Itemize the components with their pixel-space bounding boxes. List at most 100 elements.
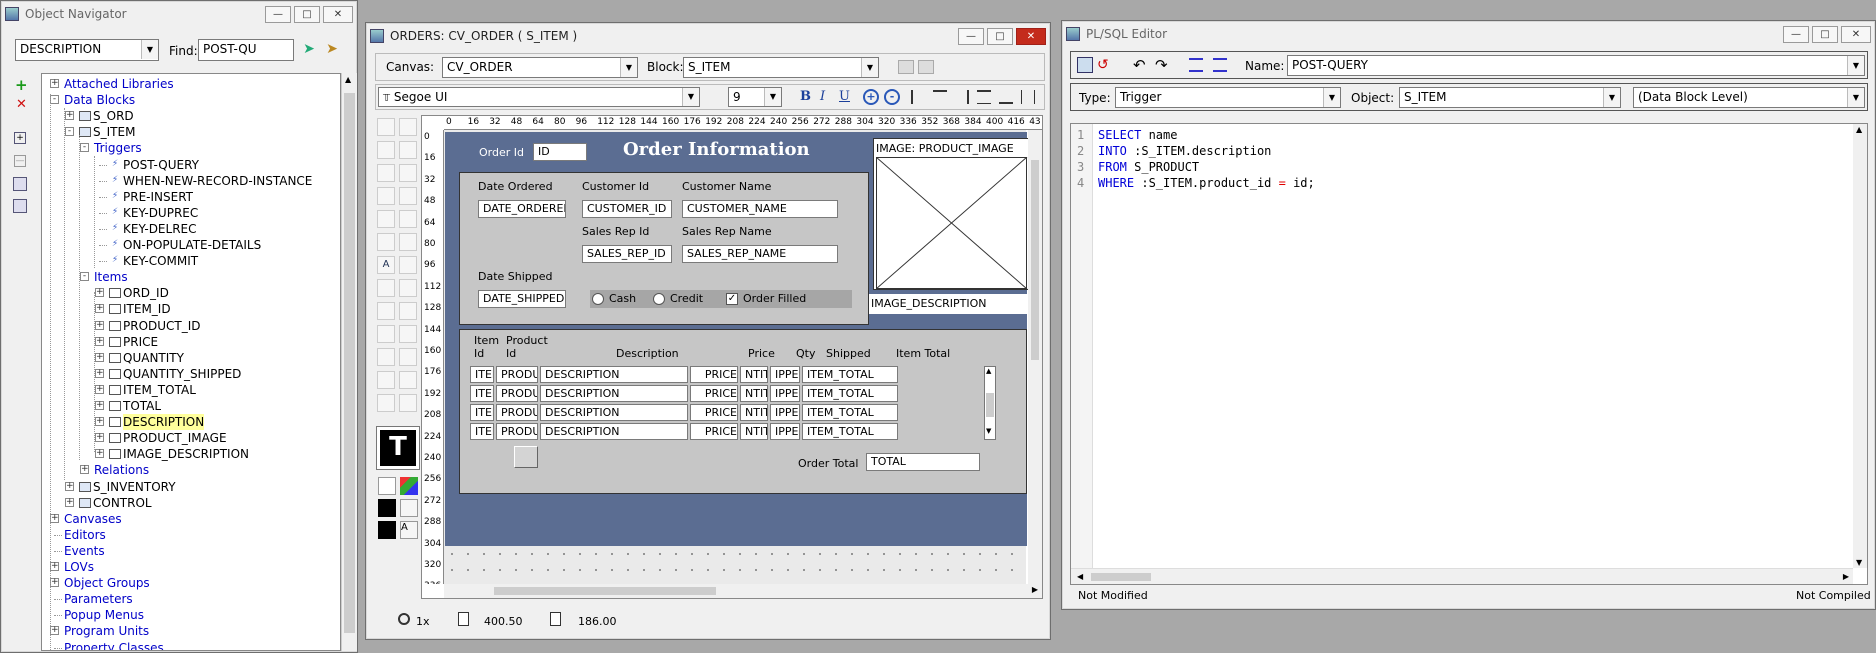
tree-node[interactable]: Popup Menus: [64, 607, 144, 623]
tree-expander-icon[interactable]: +: [50, 626, 59, 636]
scroll-thumb[interactable]: [494, 587, 716, 595]
fill-color-swatch[interactable]: [378, 477, 396, 495]
item-cell[interactable]: NTITY: [740, 423, 768, 440]
tree-node[interactable]: TOTAL: [123, 398, 161, 414]
item-cell[interactable]: DESCRIPTION: [540, 423, 688, 440]
scroll-down-icon[interactable]: ▼: [986, 427, 991, 435]
item-cell[interactable]: ITEM_TOTAL: [802, 385, 898, 402]
scroll-thumb[interactable]: [344, 93, 355, 633]
chart-tool-icon[interactable]: [399, 325, 417, 343]
tree-node[interactable]: Events: [64, 543, 105, 559]
line-tool-icon[interactable]: [399, 164, 417, 182]
item-cell[interactable]: IPPED: [770, 423, 800, 440]
chevron-down-icon[interactable]: ▼: [682, 88, 699, 106]
order-total-field[interactable]: TOTAL: [866, 453, 980, 471]
tab-canvas-tool-icon[interactable]: [399, 371, 417, 389]
find-input[interactable]: POST-QU: [198, 39, 294, 61]
tree-expander-icon[interactable]: +: [95, 384, 104, 394]
tree-node[interactable]: Relations: [94, 462, 149, 478]
layout-titlebar[interactable]: ORDERS: CV_ORDER ( S_ITEM ) — □ ✕: [366, 23, 1050, 49]
tree-node[interactable]: PRICE: [123, 334, 158, 350]
item-cell[interactable]: ITEM: [470, 385, 494, 402]
align-left-icon[interactable]: [911, 90, 925, 104]
item-cell[interactable]: PRODUC: [496, 366, 538, 383]
tree-node[interactable]: S_ORD: [93, 108, 134, 124]
tree-expander-icon[interactable]: -: [80, 143, 89, 153]
text-tool-big-icon[interactable]: T: [376, 426, 420, 470]
rounded-rect-tool-icon[interactable]: [377, 233, 395, 251]
polyline-tool-icon[interactable]: [399, 210, 417, 228]
credit-radio[interactable]: [653, 293, 665, 305]
name-select[interactable]: POST-QUERY ▼: [1287, 55, 1865, 76]
scroll-down-icon[interactable]: ▼: [1856, 558, 1862, 567]
text-color-icon[interactable]: A: [400, 521, 418, 539]
align-top-icon[interactable]: [977, 90, 991, 104]
tree-expander-icon[interactable]: +: [50, 578, 59, 588]
align-right-icon[interactable]: [955, 90, 969, 104]
tree-node[interactable]: ITEM_TOTAL: [123, 382, 196, 398]
compile-icon[interactable]: [1077, 57, 1093, 73]
editor-v-scrollbar[interactable]: ▲ ▼: [1853, 124, 1867, 568]
revert-icon[interactable]: ↺: [1097, 57, 1109, 73]
line-color-icon[interactable]: [400, 499, 418, 517]
align-center-icon[interactable]: [933, 90, 947, 104]
product-image-item[interactable]: IMAGE: PRODUCT_IMAGE: [873, 138, 1029, 290]
item-cell[interactable]: PRODUC: [496, 404, 538, 421]
tree-node[interactable]: Canvases: [64, 511, 122, 527]
item-cell[interactable]: PRICE: [690, 385, 738, 402]
chevron-down-icon[interactable]: ▼: [1847, 88, 1864, 107]
fill-color-icon[interactable]: [400, 477, 418, 495]
navigator-titlebar[interactable]: Object Navigator — □ ✕: [1, 1, 357, 27]
button-tool-icon[interactable]: [377, 279, 395, 297]
tree-expander-icon[interactable]: +: [80, 465, 89, 475]
collapse-all-icon[interactable]: [13, 199, 27, 213]
image-tool-icon[interactable]: [377, 325, 395, 343]
date-ordered-field[interactable]: DATE_ORDERED: [478, 200, 566, 218]
tree-node[interactable]: KEY-DUPREC: [123, 205, 198, 221]
undo-icon[interactable]: ↶: [1133, 56, 1146, 74]
chevron-down-icon[interactable]: ▼: [1323, 88, 1340, 107]
cash-radio[interactable]: [592, 293, 604, 305]
rows-scrollbar[interactable]: ▲ ▼: [984, 366, 996, 440]
layout-canvas[interactable]: 0 16 32 48 64 80 96 112 128 144 160 176 192 208 224 240…: [421, 115, 1043, 599]
minimize-icon[interactable]: —: [1783, 25, 1809, 43]
tree-expander-icon[interactable]: +: [95, 417, 104, 427]
tree-node[interactable]: CONTROL: [93, 495, 152, 511]
bean-area-tool-icon[interactable]: [377, 394, 395, 412]
item-cell[interactable]: ITEM: [470, 423, 494, 440]
code-editor[interactable]: 1 SELECT name 2 INTO :S_ITEM.description 3 FR…: [1070, 123, 1868, 585]
tree-node[interactable]: Triggers: [94, 140, 142, 156]
delete-icon[interactable]: ✕: [16, 97, 27, 112]
text-color-swatch[interactable]: [378, 521, 396, 539]
item-cell[interactable]: IPPED: [770, 366, 800, 383]
tree-node[interactable]: DESCRIPTION: [123, 414, 205, 431]
item-cell[interactable]: ITEM: [470, 404, 494, 421]
indent-icon[interactable]: [1189, 58, 1203, 72]
canvas-h-scrollbar[interactable]: ▶: [444, 584, 1042, 598]
customer-name-field[interactable]: CUSTOMER_NAME: [682, 200, 838, 218]
code-line[interactable]: FROM S_PRODUCT: [1098, 160, 1199, 174]
find-next-icon[interactable]: ➤: [300, 41, 318, 59]
editor-h-scrollbar[interactable]: ◀ ▶: [1071, 568, 1853, 584]
tree-node[interactable]: Items: [94, 269, 128, 285]
tree-node[interactable]: KEY-COMMIT: [123, 253, 198, 269]
object-select[interactable]: S_ITEM ▼: [1399, 87, 1621, 108]
bold-button[interactable]: B: [800, 89, 811, 104]
chevron-down-icon[interactable]: ▼: [1847, 56, 1864, 75]
sync-icon[interactable]: [898, 60, 914, 74]
scroll-up-icon[interactable]: ▲: [1856, 125, 1862, 134]
customer-id-field[interactable]: CUSTOMER_ID: [582, 200, 672, 218]
tree-expander-icon[interactable]: -: [80, 272, 89, 282]
scroll-thumb[interactable]: [1091, 573, 1151, 581]
tree-node[interactable]: LOVs: [64, 559, 94, 575]
item-cell[interactable]: ITEM_TOTAL: [802, 404, 898, 421]
canvas-v-scrollbar[interactable]: [1028, 130, 1042, 584]
tree-node[interactable]: PRODUCT_ID: [123, 318, 201, 334]
sales-rep-id-field[interactable]: SALES_REP_ID: [582, 245, 672, 263]
tree-expander-icon[interactable]: +: [95, 288, 104, 298]
align-middle-icon[interactable]: [999, 90, 1013, 104]
underline-button[interactable]: U: [839, 89, 850, 104]
item-cell[interactable]: PRODUC: [496, 385, 538, 402]
tree-node[interactable]: Object Groups: [64, 575, 150, 591]
tree-node[interactable]: Property Classes: [64, 640, 164, 651]
